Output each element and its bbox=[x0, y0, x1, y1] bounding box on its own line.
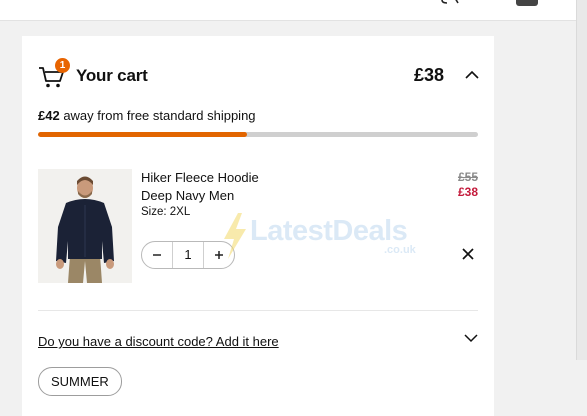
shipping-text: away from free standard shipping bbox=[59, 108, 256, 123]
original-price: £55 bbox=[457, 170, 478, 184]
product-size: Size: 2XL bbox=[141, 206, 191, 218]
page-scroll-edge bbox=[576, 0, 587, 360]
quantity-stepper: 1 bbox=[141, 241, 235, 269]
section-divider bbox=[38, 310, 478, 311]
remove-item-button[interactable] bbox=[461, 247, 475, 261]
shipping-amount: £42 bbox=[38, 108, 60, 123]
shipping-progress-fill bbox=[38, 132, 247, 137]
plus-icon bbox=[215, 251, 223, 259]
chevron-down-icon[interactable] bbox=[464, 332, 478, 344]
product-photo bbox=[38, 169, 132, 283]
cart-title: Your cart bbox=[76, 66, 148, 85]
increase-quantity-button[interactable] bbox=[204, 242, 234, 268]
watermark: LatestDeals .co.uk bbox=[222, 211, 432, 263]
shipping-progress-bar bbox=[38, 132, 478, 137]
cart-total: £38 bbox=[414, 65, 445, 85]
basket-badge[interactable] bbox=[516, 0, 538, 6]
cart-header[interactable]: 1 Your cart £38 bbox=[38, 58, 480, 92]
shipping-message: £42 away from free standard shipping bbox=[38, 108, 256, 123]
product-image[interactable] bbox=[38, 169, 132, 283]
watermark-domain: .co.uk bbox=[384, 244, 416, 256]
cart-panel: 1 Your cart £38 £42 away from free stand… bbox=[22, 36, 494, 416]
cart-count-badge: 1 bbox=[55, 58, 70, 73]
top-header bbox=[0, 0, 576, 21]
chevron-up-icon[interactable] bbox=[464, 67, 480, 83]
discount-code-link[interactable]: Do you have a discount code? Add it here bbox=[38, 334, 279, 349]
watermark-text: LatestDeals bbox=[250, 215, 408, 247]
decrease-quantity-button[interactable] bbox=[142, 242, 172, 268]
sale-price: £38 bbox=[457, 185, 478, 199]
discount-code-chip[interactable]: SUMMER bbox=[38, 367, 122, 396]
product-name[interactable]: Hiker Fleece Hoodie Deep Navy Men bbox=[141, 169, 291, 205]
close-icon bbox=[462, 248, 474, 260]
minus-icon bbox=[153, 254, 161, 256]
quantity-value[interactable]: 1 bbox=[172, 242, 204, 268]
user-icon[interactable] bbox=[438, 0, 462, 4]
